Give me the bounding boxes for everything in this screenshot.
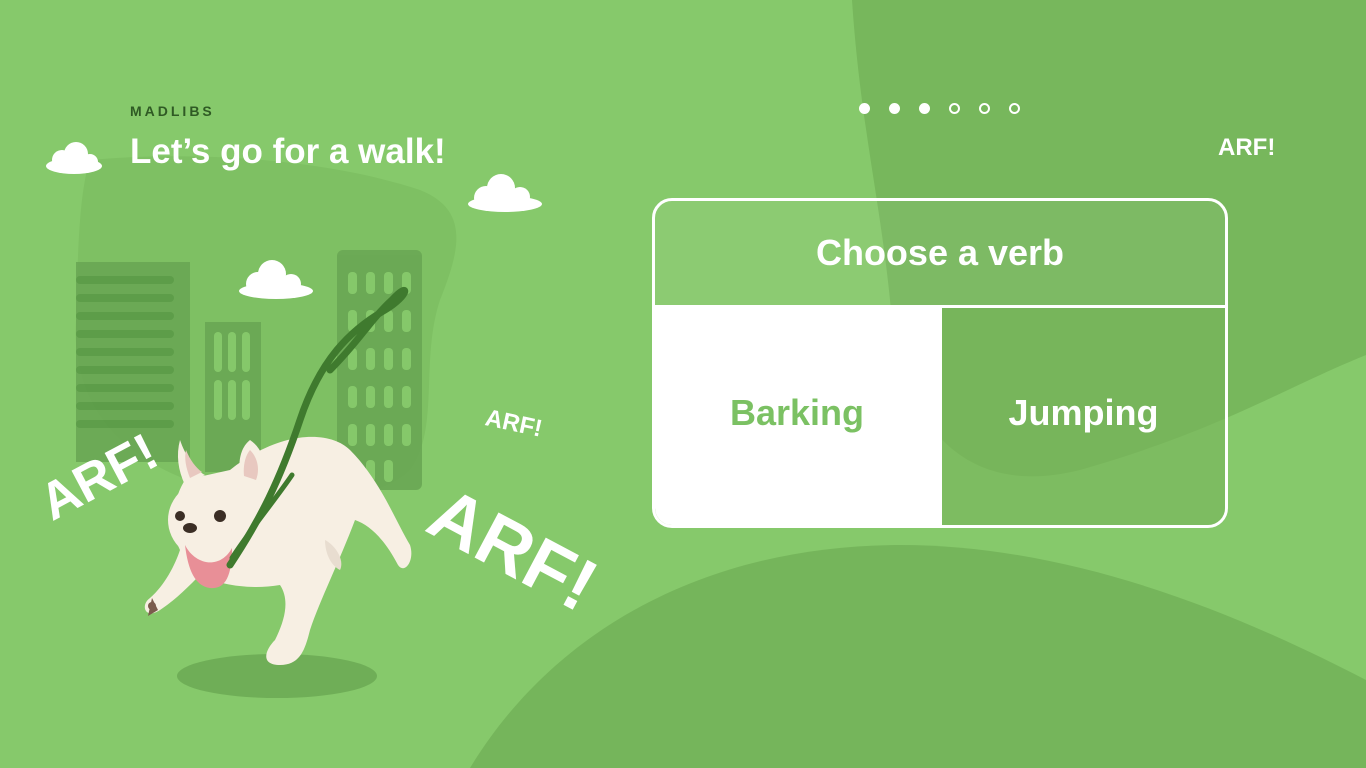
background-hill bbox=[470, 545, 1366, 768]
progress-dot[interactable] bbox=[1009, 103, 1020, 114]
progress-dot[interactable] bbox=[889, 103, 900, 114]
eyebrow-label: MADLIBS bbox=[130, 103, 215, 119]
page-title: Let’s go for a walk! bbox=[130, 132, 446, 171]
progress-dot[interactable] bbox=[979, 103, 990, 114]
progress-dot[interactable] bbox=[919, 103, 930, 114]
cloud-icon bbox=[46, 142, 102, 174]
arf-label: ARF! bbox=[1218, 134, 1276, 161]
answer-options: Barking Jumping bbox=[655, 308, 1225, 525]
progress-dot[interactable] bbox=[859, 103, 870, 114]
progress-dot[interactable] bbox=[949, 103, 960, 114]
progress-dots bbox=[859, 103, 1020, 114]
cloud-icon bbox=[468, 174, 542, 212]
option-jumping-button[interactable]: Jumping bbox=[942, 308, 1225, 525]
question-prompt: Choose a verb bbox=[655, 201, 1225, 308]
question-card: Choose a verb Barking Jumping bbox=[652, 198, 1228, 528]
option-barking-button[interactable]: Barking bbox=[655, 308, 942, 525]
